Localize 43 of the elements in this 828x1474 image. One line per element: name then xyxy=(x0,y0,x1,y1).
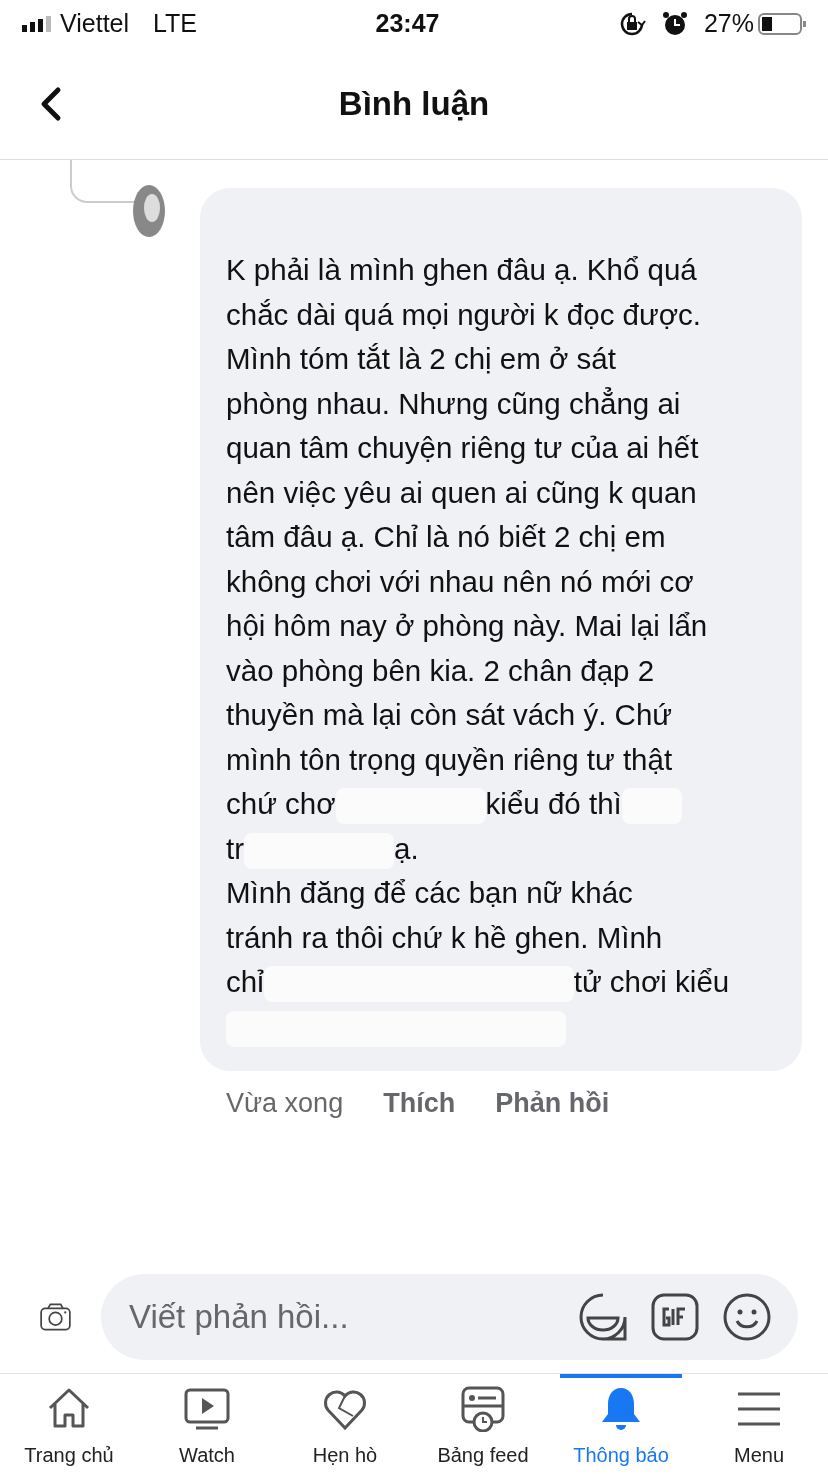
comment-text-line: quan tâm chuyện riêng tư của ai hết xyxy=(226,430,700,466)
comment-text-line: hội hôm nay ở phòng này. Mai lại lẩn xyxy=(226,608,709,644)
signal-icon xyxy=(22,16,52,32)
comment-text-fragment: chỉ xyxy=(226,965,264,998)
comment-text-line: thuyền mà lại còn sát vách ý. Chứ xyxy=(226,697,674,733)
network-type: LTE xyxy=(153,8,198,40)
comment-time: Vừa xong xyxy=(226,1087,344,1120)
comment-text-line: chắc dài quá mọi người k đọc được. xyxy=(226,296,703,333)
nav-tab[interactable]: Thông báo xyxy=(552,1374,690,1474)
comment-text-fragment: kiểu đó thì xyxy=(485,787,622,820)
comment-text-line: không chơi với nhau nên nó mới cơ xyxy=(226,563,695,600)
battery-percent: 27% xyxy=(703,8,754,40)
comment-text-line: phòng nhau. Nhưng cũng chẳng ai xyxy=(226,385,682,422)
reply-composer[interactable]: Viết phản hồi... xyxy=(101,1273,798,1360)
carrier-name: Viettel xyxy=(60,8,130,40)
emoji-icon[interactable] xyxy=(722,1291,772,1342)
nav-tab[interactable]: Trang chủ xyxy=(0,1374,138,1474)
comment-text-line: tâm đâu ạ. Chỉ là nó biết 2 chị em xyxy=(226,519,667,555)
comment-text-line: Mình tóm tắt là 2 chị em ở sát xyxy=(226,341,617,377)
comment-text-line: K phải là mình ghen đâu ạ. Khổ quá xyxy=(226,252,698,288)
page-title: Bình luận xyxy=(338,83,490,124)
nav-tab[interactable]: Bảng feed xyxy=(414,1374,552,1474)
battery-icon xyxy=(758,12,806,36)
nav-tab[interactable]: Menu xyxy=(690,1374,828,1474)
avatar xyxy=(132,184,166,238)
comment-text-line: vào phòng bên kia. 2 chân đạp 2 xyxy=(226,652,656,689)
comment-text-fragment: tử chơi kiểu xyxy=(573,965,730,998)
clock-time: 23:47 xyxy=(375,9,440,38)
nav-tab[interactable]: Hẹn hò xyxy=(276,1374,414,1474)
comment-text-fragment: tr xyxy=(226,831,245,865)
comment-text-line: tránh ra thôi chứ k hề ghen. Mình xyxy=(226,919,664,956)
sticker-icon[interactable] xyxy=(578,1291,628,1342)
comment-text-line: nên việc yêu ai quen ai cũng k quan xyxy=(226,474,698,511)
alarm-icon xyxy=(661,11,688,37)
comment-action-link[interactable]: Thích xyxy=(383,1083,456,1124)
comment-text-fragment: ạ. xyxy=(394,831,419,865)
comment-text-line: Mình đăng để các bạn nữ khác xyxy=(226,875,634,911)
gif-icon[interactable] xyxy=(650,1291,700,1342)
nav-tab[interactable]: Watch xyxy=(138,1374,276,1474)
comment-text-fragment: chứ chơ xyxy=(226,787,336,820)
comment-text-line: mình tôn trọng quyền riêng tư thật xyxy=(226,741,674,778)
reply-field[interactable]: Viết phản hồi... xyxy=(127,1290,556,1343)
comment-action-link[interactable]: Phản hồi xyxy=(495,1083,610,1124)
